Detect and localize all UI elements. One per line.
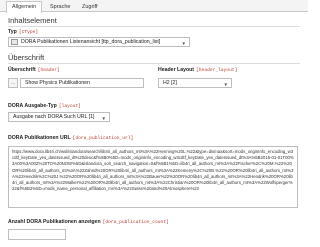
- typ-label-text: Typ: [8, 29, 17, 35]
- typ-select-value: DORA Publikationen Listenansicht [ttp_do…: [21, 39, 161, 45]
- header-input[interactable]: Show Physics Publikationen: [20, 78, 144, 88]
- header-layout-label: Header Layout [header_layout]: [158, 67, 237, 73]
- count-key: [dora_publication_count]: [102, 220, 169, 225]
- header-layout-label-text: Header Layout: [158, 67, 195, 73]
- chevron-down-icon: ▼: [101, 116, 106, 121]
- layout-label-text: DORA Ausgabe-Typ: [8, 103, 57, 109]
- typ-key: [CType]: [18, 30, 39, 35]
- count-label-text: Anzahl DORA Publikationen anzeigen: [8, 219, 101, 225]
- url-textarea[interactable]: https://www.dora.lib4ri.ch/wsl/islandora…: [8, 146, 298, 208]
- tab-allgemein[interactable]: Allgemein: [6, 1, 43, 13]
- layout-key: [layout]: [58, 104, 81, 109]
- header-label-text: Überschrift: [8, 67, 36, 73]
- count-input[interactable]: [8, 229, 66, 240]
- chevron-down-icon: ▼: [181, 41, 186, 46]
- url-label-text: DORA Publikationen URL: [8, 135, 71, 141]
- url-label: DORA Publikationen URL [dora_publication_…: [8, 135, 133, 141]
- header-label: Überschrift [header]: [8, 67, 60, 73]
- url-key: [dora_publication_url]: [72, 136, 134, 141]
- divider: [8, 63, 300, 64]
- chevron-down-icon: ▼: [223, 82, 228, 87]
- header-layout-key: [header_layout]: [196, 68, 238, 73]
- section-title-uberschrift: Überschrift: [8, 53, 45, 62]
- count-label: Anzahl DORA Publikationen anzeigen [dora_…: [8, 219, 169, 225]
- header-key: [header]: [37, 68, 60, 73]
- tab-sprache[interactable]: Sprache: [44, 1, 77, 12]
- layout-label: DORA Ausgabe-Typ [layout]: [8, 103, 81, 109]
- divider: [8, 26, 300, 27]
- tab-bar: Allgemein Sprache Zugriff: [0, 0, 308, 13]
- typ-select[interactable]: DORA Publikationen Listenansicht [ttp_do…: [8, 37, 190, 47]
- layout-select-value: Ausgabe nach DORA Such URL [1]: [13, 114, 95, 120]
- header-toggle-button[interactable]: …: [8, 78, 18, 88]
- content-element-icon: [11, 39, 18, 45]
- tab-zugriff[interactable]: Zugriff: [76, 1, 104, 12]
- header-layout-select[interactable]: H2 [2] ▼: [158, 78, 232, 88]
- typ-label: Typ [CType]: [8, 29, 38, 35]
- section-title-inhaltselement: Inhaltselement: [8, 16, 57, 25]
- header-layout-select-value: H2 [2]: [163, 80, 177, 86]
- layout-select[interactable]: Ausgabe nach DORA Such URL [1] ▼: [8, 112, 110, 122]
